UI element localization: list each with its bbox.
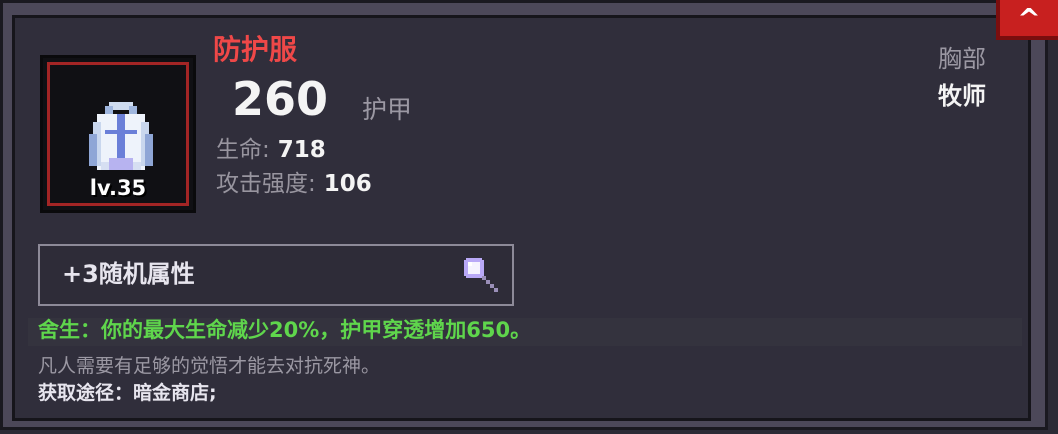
item-tooltip: ^ lv.35 防护服 260 护甲 生命: 718 攻击强度: 106 胸部 牧师 — [0, 0, 1058, 434]
class-requirement: 牧师 — [938, 82, 986, 110]
stat-label: 生命: — [216, 137, 270, 163]
stat-label: 攻击强度: — [216, 171, 316, 197]
equipment-slot: 胸部 — [938, 45, 986, 73]
stat-value: 718 — [277, 137, 326, 163]
stat-row-attack-power: 攻击强度: 106 — [216, 173, 372, 196]
magnifier-icon[interactable] — [460, 254, 504, 298]
close-button[interactable]: ^ — [996, 0, 1058, 40]
random-attributes-label: +3随机属性 — [62, 260, 195, 288]
close-icon: ^ — [1017, 1, 1041, 35]
item-icon-slot: lv.35 — [40, 55, 196, 213]
armor-label: 护甲 — [362, 95, 413, 124]
acquisition-source: 获取途径：暗金商店; — [38, 382, 217, 404]
random-attributes-box[interactable]: +3随机属性 — [38, 244, 514, 306]
flavor-text: 凡人需要有足够的觉悟才能去对抗死神。 — [38, 355, 381, 377]
stat-value: 106 — [323, 171, 372, 197]
stat-row-health: 生命: 718 — [216, 139, 326, 162]
special-effect: 舍生：你的最大生命减少20%，护甲穿透增加650。 — [38, 318, 532, 342]
item-name: 防护服 — [213, 33, 298, 66]
armor-value: 260 — [232, 72, 329, 126]
item-level: lv.35 — [89, 176, 147, 200]
